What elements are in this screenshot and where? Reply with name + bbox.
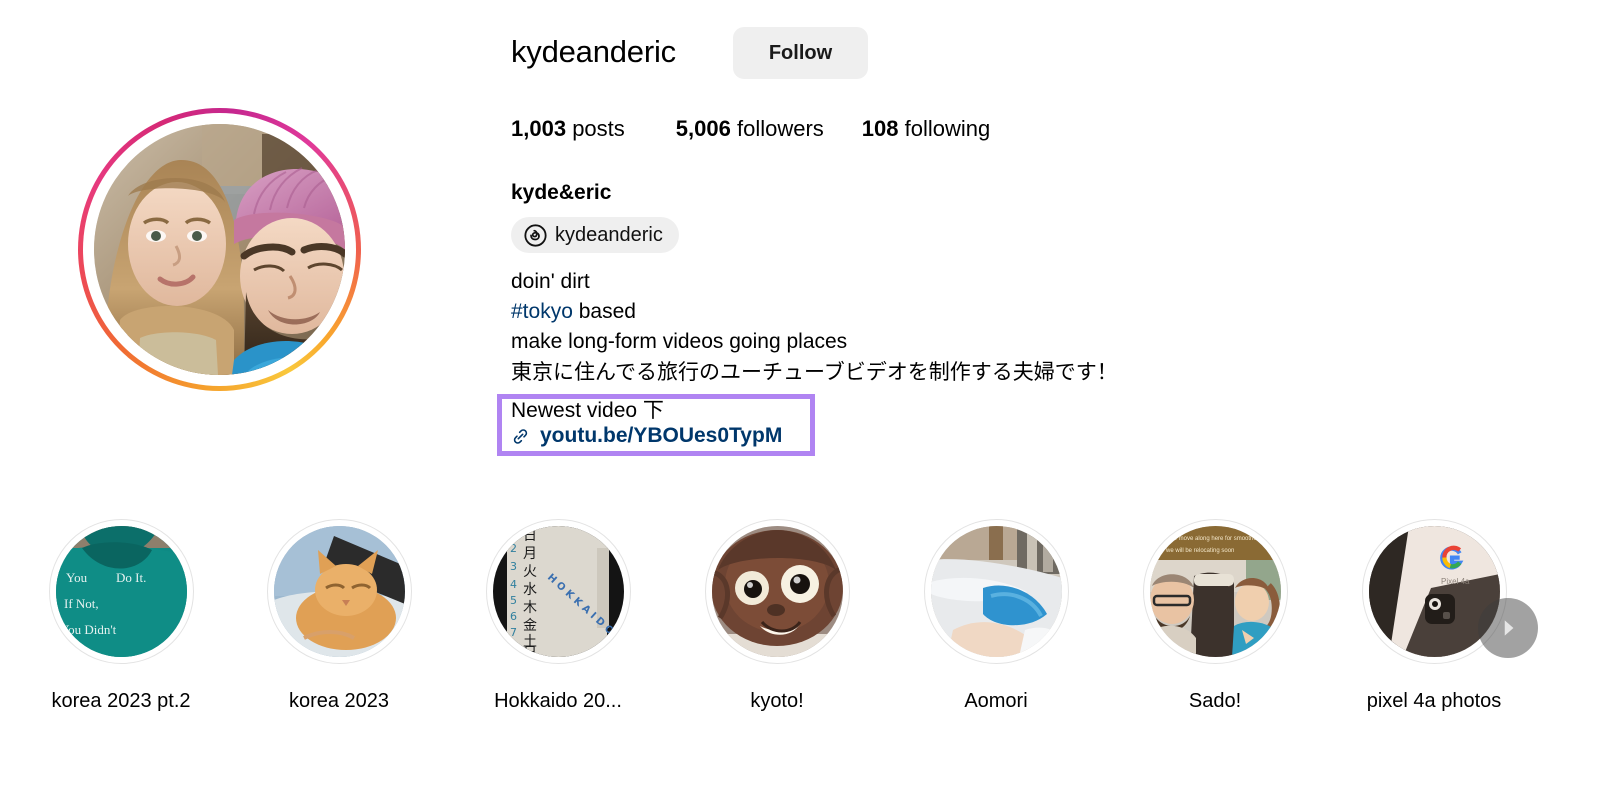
- highlight-thumbnail: You Do It. If Not, You Didn't: [55, 526, 187, 657]
- svg-text:木: 木: [523, 600, 537, 616]
- following-count: 108: [861, 116, 899, 141]
- bio-text: doin' dirt #tokyo based make long-form v…: [511, 267, 1271, 389]
- stat-posts[interactable]: 1,003 posts: [511, 113, 625, 145]
- highlight-thumbnail: [711, 526, 843, 657]
- bio-line-2: #tokyo based: [511, 297, 1271, 327]
- bio-line-1: doin' dirt: [511, 270, 590, 293]
- highlight-label: pixel 4a photos: [1366, 690, 1502, 712]
- bio-link-text: youtu.be/YBOUes0TypM: [540, 424, 783, 447]
- highlight-label: Aomori: [964, 690, 1028, 712]
- display-name: kyde&eric: [511, 181, 612, 204]
- profile-stats: 1,003 posts 5,006 followers 108 followin…: [511, 113, 990, 145]
- highlight-label: korea 2023: [288, 690, 390, 712]
- highlight-ring: You Do It. If Not, You Didn't: [48, 519, 194, 664]
- svg-text:水: 水: [523, 582, 537, 598]
- bio-line-2-rest: based: [572, 300, 636, 323]
- threads-handle: kydeanderic: [555, 224, 663, 246]
- highlight-korea-2023[interactable]: korea 2023: [254, 519, 424, 714]
- avatar[interactable]: [94, 124, 345, 375]
- followers-label: followers: [736, 116, 824, 141]
- highlight-ring: [266, 519, 412, 664]
- svg-text:Pixel 4a: Pixel 4a: [1441, 577, 1470, 586]
- following-label: following: [904, 116, 991, 141]
- svg-text:You: You: [66, 570, 88, 585]
- bio-external-link[interactable]: youtu.be/YBOUes0TypM: [510, 421, 782, 451]
- chevron-right-icon[interactable]: [1478, 598, 1538, 658]
- svg-text:3: 3: [510, 560, 517, 573]
- highlight-ring: ease move along here for smoother ride w…: [1142, 519, 1288, 664]
- highlight-thumbnail: ease move along here for smoother ride w…: [1149, 526, 1281, 657]
- svg-text:4: 4: [510, 578, 517, 591]
- svg-text:5: 5: [510, 594, 517, 607]
- highlight-kyoto[interactable]: kyoto!: [692, 519, 862, 714]
- posts-count: 1,003: [511, 116, 567, 141]
- stat-following[interactable]: 108 following: [862, 113, 990, 145]
- svg-text:If Not,: If Not,: [64, 596, 99, 611]
- svg-text:we will be relocating soon: we will be relocating soon: [1165, 548, 1234, 554]
- story-highlights-row: You Do It. If Not, You Didn't korea 2023…: [0, 519, 1600, 749]
- highlight-hokkaido[interactable]: 日 月 火 水 木 金 土 日 2 3 4 5 6 7 8 H O K K A …: [473, 519, 643, 714]
- stat-followers[interactable]: 5,006 followers: [676, 113, 824, 145]
- follow-button[interactable]: Follow: [733, 27, 868, 79]
- avatar-story-ring[interactable]: [78, 108, 361, 391]
- highlight-label: Hokkaido 20...: [494, 690, 622, 712]
- avatar-photo: [94, 124, 345, 375]
- highlight-ring: 日 月 火 水 木 金 土 日 2 3 4 5 6 7 8 H O K K A …: [485, 519, 631, 664]
- threads-badge[interactable]: kydeanderic: [511, 217, 679, 253]
- highlight-sado[interactable]: ease move along here for smoother ride w…: [1130, 519, 1300, 714]
- svg-text:日: 日: [523, 528, 537, 544]
- page-title: kydeanderic: [511, 34, 676, 69]
- link-chain-icon: [510, 426, 531, 447]
- highlight-aomori[interactable]: Aomori: [911, 519, 1081, 714]
- highlight-thumbnail: [930, 526, 1062, 657]
- highlight-korea-2023-pt2[interactable]: You Do It. If Not, You Didn't korea 2023…: [36, 519, 206, 714]
- highlight-label: kyoto!: [750, 690, 804, 712]
- svg-text:7: 7: [510, 626, 517, 639]
- svg-text:6: 6: [510, 610, 517, 623]
- highlight-label: Sado!: [1188, 690, 1242, 712]
- highlight-thumbnail: [273, 526, 405, 657]
- highlight-label: korea 2023 pt.2: [51, 690, 191, 712]
- highlight-thumbnail: 日 月 火 水 木 金 土 日 2 3 4 5 6 7 8 H O K K A …: [492, 526, 624, 657]
- svg-text:月: 月: [523, 546, 537, 562]
- instagram-profile-page: kydeanderic Follow 1,003 posts 5,006 fol…: [0, 0, 1600, 786]
- svg-text:金: 金: [523, 618, 537, 634]
- svg-text:火: 火: [523, 564, 537, 580]
- bio-line-3: make long-form videos going places: [511, 330, 848, 353]
- svg-text:2: 2: [510, 542, 517, 555]
- posts-label: posts: [572, 116, 625, 141]
- followers-count: 5,006: [675, 116, 731, 141]
- bio-block: kyde&eric kydeanderic doin' dirt #tokyo …: [511, 179, 1271, 389]
- svg-text:日: 日: [523, 645, 537, 657]
- threads-icon: [524, 223, 547, 247]
- hashtag-tokyo[interactable]: #tokyo: [511, 300, 573, 323]
- highlight-ring: [923, 519, 1069, 664]
- highlight-ring: [704, 519, 850, 664]
- svg-text:8: 8: [510, 642, 517, 655]
- svg-text:ease move along here for smoot: ease move along here for smoother ride: [1164, 536, 1271, 542]
- svg-text:You Didn't: You Didn't: [60, 622, 117, 637]
- bio-line-4-japanese: 東京に住んでる旅行のユーチューブビデオを制作する夫婦です！: [511, 361, 1118, 384]
- svg-text:Do It.: Do It.: [116, 570, 146, 585]
